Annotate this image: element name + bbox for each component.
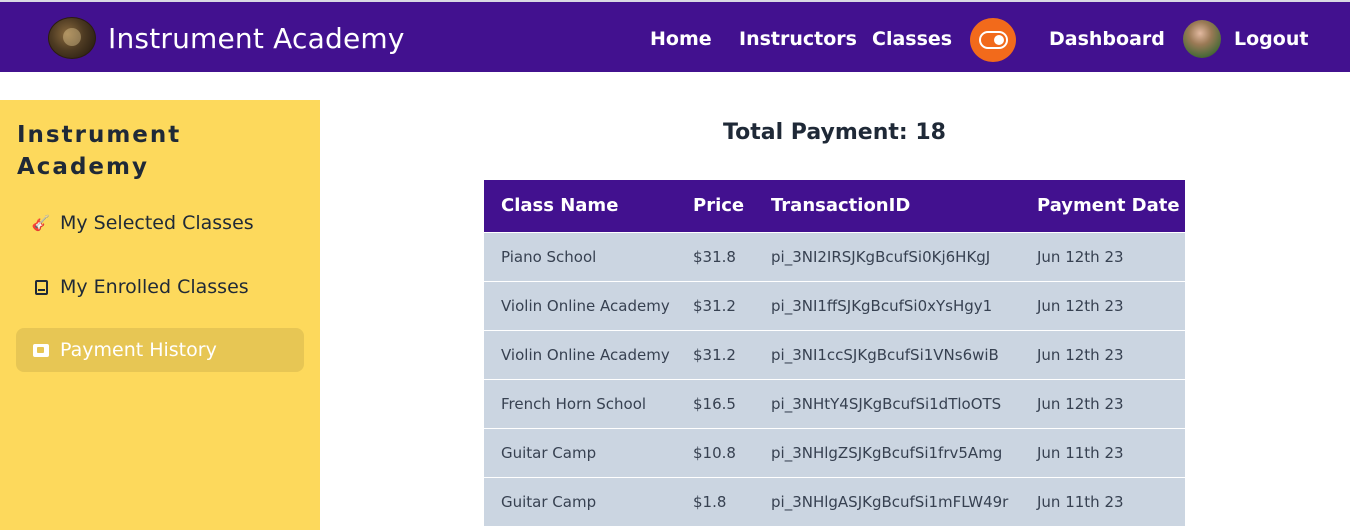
table-row: Violin Online Academy $31.2 pi_3NI1ffSJK…: [484, 281, 1185, 330]
sidebar-item-my-selected-classes[interactable]: 🎸 My Selected Classes: [16, 201, 304, 245]
table-row: Guitar Camp $1.8 pi_3NHlgASJKgBcufSi1mFL…: [484, 477, 1185, 526]
sidebar-item-my-enrolled-classes[interactable]: My Enrolled Classes: [16, 265, 304, 309]
table-row: Violin Online Academy $31.2 pi_3NI1ccSJK…: [484, 330, 1185, 379]
cell-class-name: Guitar Camp: [501, 492, 597, 511]
column-header-class-name: Class Name: [501, 195, 619, 217]
academy-logo: [48, 17, 96, 59]
cell-transaction-id: pi_3NHlgASJKgBcufSi1mFLW49r: [771, 492, 1009, 511]
theme-toggle-button[interactable]: [970, 18, 1016, 62]
cell-payment-date: Jun 11th 23: [1037, 443, 1124, 462]
table-header-row: Class Name Price TransactionID Payment D…: [484, 180, 1185, 232]
table-row: Guitar Camp $10.8 pi_3NHlgZSJKgBcufSi1fr…: [484, 428, 1185, 477]
brand-name: Instrument Academy: [108, 21, 405, 55]
table-row: French Horn School $16.5 pi_3NHtY4SJKgBc…: [484, 379, 1185, 428]
cell-class-name: French Horn School: [501, 394, 647, 413]
cell-class-name: Violin Online Academy: [501, 296, 670, 315]
cell-price: $10.8: [693, 443, 736, 462]
cell-payment-date: Jun 12th 23: [1037, 247, 1124, 266]
cell-price: $31.8: [693, 247, 736, 266]
column-header-payment-date: Payment Date: [1037, 195, 1180, 217]
book-icon: [32, 278, 50, 296]
nav-link-dashboard[interactable]: Dashboard: [1049, 28, 1165, 50]
sidebar-item-label: Payment History: [60, 339, 217, 361]
cell-transaction-id: pi_3NI2IRSJKgBcufSi0Kj6HKgJ: [771, 247, 991, 266]
cell-transaction-id: pi_3NI1ffSJKgBcufSi0xYsHgy1: [771, 296, 993, 315]
total-payment-heading: Total Payment: 18: [723, 120, 946, 145]
cell-payment-date: Jun 12th 23: [1037, 345, 1124, 364]
cell-payment-date: Jun 12th 23: [1037, 394, 1124, 413]
cell-price: $31.2: [693, 345, 736, 364]
payment-history-table: Class Name Price TransactionID Payment D…: [484, 180, 1185, 526]
cell-class-name: Guitar Camp: [501, 443, 597, 462]
nav-link-classes[interactable]: Classes: [872, 28, 952, 50]
cell-price: $31.2: [693, 296, 736, 315]
sidebar-item-label: My Enrolled Classes: [60, 276, 249, 298]
column-header-price: Price: [693, 195, 745, 217]
payment-icon: [32, 341, 50, 359]
column-header-transaction-id: TransactionID: [771, 195, 911, 217]
brand[interactable]: Instrument Academy: [48, 16, 405, 60]
sidebar-item-label: My Selected Classes: [60, 212, 254, 234]
toggle-knob: [994, 35, 1004, 45]
cell-payment-date: Jun 12th 23: [1037, 296, 1124, 315]
nav-link-home[interactable]: Home: [650, 28, 712, 50]
sidebar-item-payment-history[interactable]: Payment History: [16, 328, 304, 372]
cell-class-name: Piano School: [501, 247, 597, 266]
cell-transaction-id: pi_3NHtY4SJKgBcufSi1dTloOTS: [771, 394, 1002, 413]
cell-payment-date: Jun 11th 23: [1037, 492, 1124, 511]
nav-link-instructors[interactable]: Instructors: [739, 28, 857, 50]
cell-class-name: Violin Online Academy: [501, 345, 670, 364]
table-row: Piano School $31.8 pi_3NI2IRSJKgBcufSi0K…: [484, 232, 1185, 281]
logout-button[interactable]: Logout: [1234, 28, 1308, 50]
cell-transaction-id: pi_3NHlgZSJKgBcufSi1frv5Amg: [771, 443, 1003, 462]
user-avatar[interactable]: [1183, 20, 1221, 58]
top-navbar: Instrument Academy Home Instructors Clas…: [0, 0, 1350, 72]
sidebar-title: Instrument Academy: [17, 122, 182, 180]
guitar-icon: 🎸: [31, 214, 51, 232]
toggle-switch-icon: [979, 31, 1008, 49]
cell-transaction-id: pi_3NI1ccSJKgBcufSi1VNs6wiB: [771, 345, 999, 364]
cell-price: $16.5: [693, 394, 736, 413]
cell-price: $1.8: [693, 492, 727, 511]
